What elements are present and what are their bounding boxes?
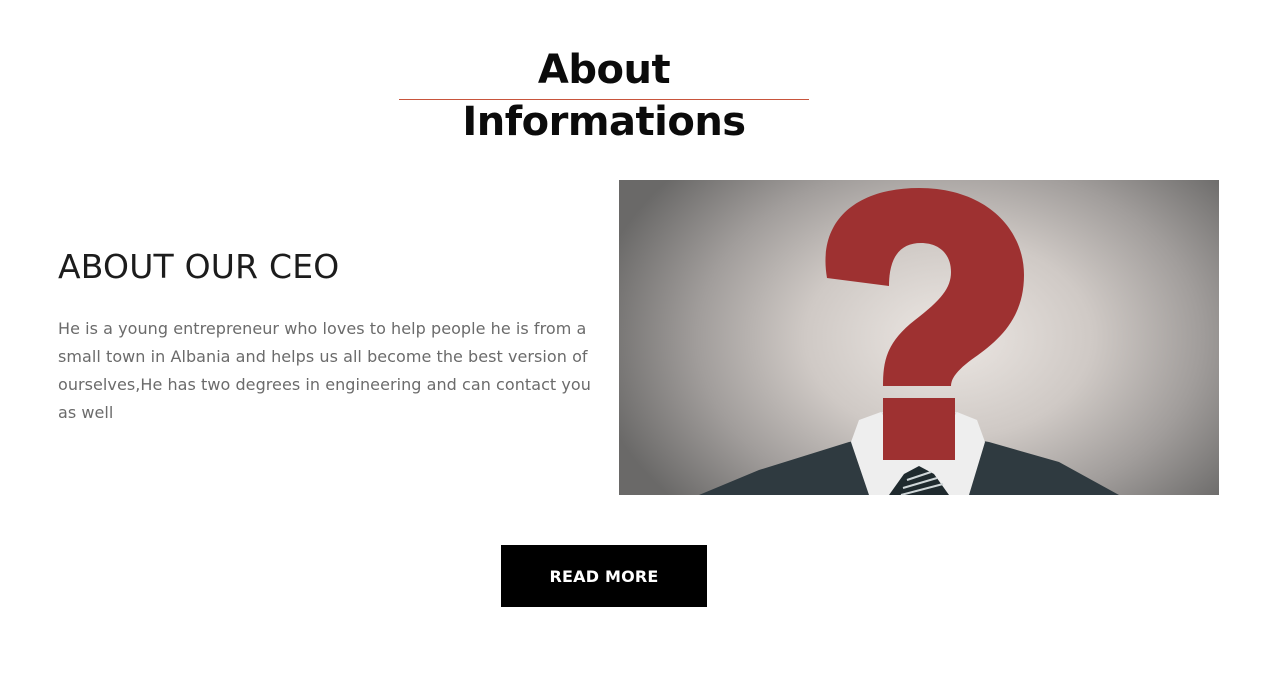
read-more-button[interactable]: READ MORE: [501, 545, 707, 607]
page-title: About Informations: [462, 47, 746, 145]
section-heading: About Informations: [399, 44, 809, 148]
ceo-description: He is a young entrepreneur who loves to …: [58, 319, 591, 422]
heading-underline: [399, 99, 809, 100]
ceo-photo: [619, 180, 1219, 495]
question-mark-businessman-illustration: [699, 188, 1119, 495]
ceo-title: ABOUT OUR CEO: [58, 247, 340, 286]
